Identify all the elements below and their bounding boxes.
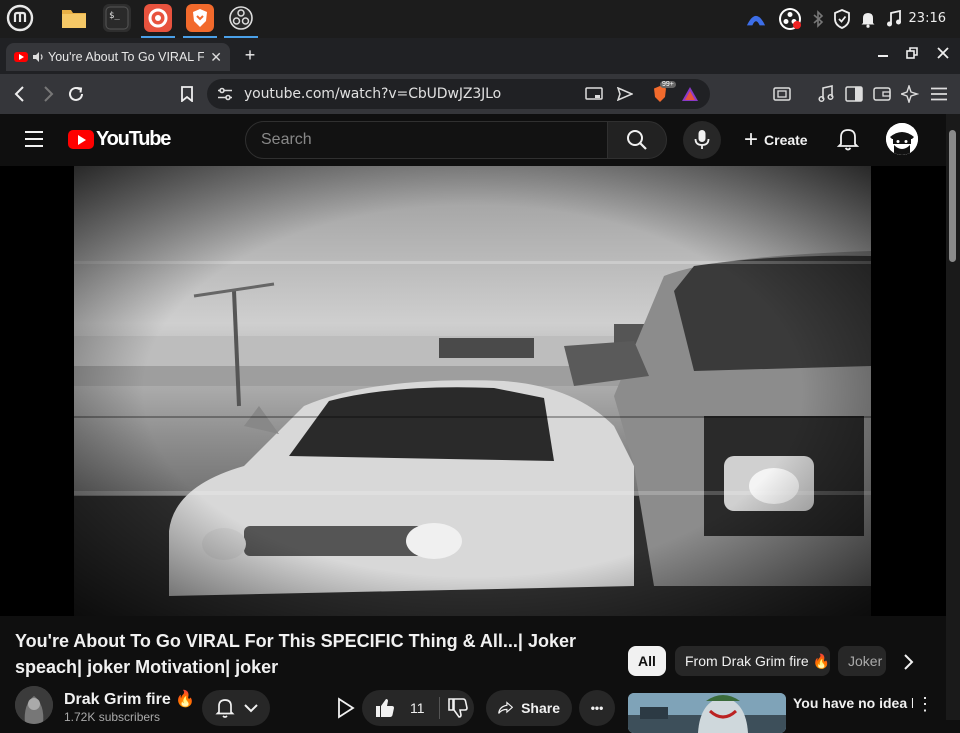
back-icon[interactable] xyxy=(8,82,32,106)
send-icon[interactable] xyxy=(613,82,637,106)
brave-rewards-icon[interactable] xyxy=(678,82,702,106)
share-icon xyxy=(498,701,514,714)
chevron-right-icon[interactable] xyxy=(896,650,920,674)
bluetooth-icon[interactable] xyxy=(808,9,828,29)
search-input[interactable] xyxy=(245,121,608,159)
vpn-icon[interactable] xyxy=(746,9,766,29)
video-title: You're About To Go VIRAL For This SPECIF… xyxy=(15,631,576,677)
leo-ai-icon[interactable] xyxy=(898,82,922,106)
media-icon[interactable] xyxy=(814,82,838,106)
chip-joker[interactable]: Joker xyxy=(838,646,886,676)
search-button[interactable] xyxy=(607,121,667,159)
shield-icon[interactable] xyxy=(832,9,852,29)
obs-tray-icon[interactable] xyxy=(778,7,802,31)
svg-text:$_: $_ xyxy=(109,11,120,21)
subscriber-count: 1.72K subscribers xyxy=(64,710,161,724)
create-label: Create xyxy=(764,132,808,148)
url-text[interactable]: youtube.com/watch?v=CbUDwJZ3JLo xyxy=(244,86,501,102)
browser-tab[interactable]: You're About To Go VIRAL For This SPECIF… xyxy=(6,43,230,71)
minimize-icon[interactable] xyxy=(872,46,894,63)
close-window-icon[interactable] xyxy=(932,46,954,63)
tab-title: You're About To Go VIRAL For This SPECIF… xyxy=(48,50,205,64)
brave-shields-icon[interactable]: 99+ xyxy=(648,81,676,106)
reload-icon[interactable] xyxy=(64,82,88,106)
chip-from-channel[interactable]: From Drak Grim fire 🔥 xyxy=(675,646,830,676)
voice-search-button[interactable] xyxy=(683,121,721,159)
youtube-logo-icon[interactable] xyxy=(68,130,94,149)
notifications-bell-icon[interactable] xyxy=(836,126,862,154)
chip-all[interactable]: All xyxy=(628,646,666,676)
thumbs-down-icon xyxy=(447,698,468,718)
terminal-icon[interactable]: $_ xyxy=(103,4,131,32)
channel-name[interactable]: Drak Grim fire 🔥 xyxy=(64,689,195,709)
shields-badge: 99+ xyxy=(660,81,676,88)
suggested-video-title[interactable]: You have no idea how powerful you xyxy=(793,694,913,712)
sidebar-icon[interactable] xyxy=(842,82,866,106)
youtube-wordmark[interactable]: YouTube xyxy=(96,128,171,151)
share-button[interactable]: Share xyxy=(486,690,572,726)
suggested-video-thumbnail[interactable] xyxy=(628,693,786,733)
firefox-icon[interactable] xyxy=(141,4,175,38)
hamburger-menu-icon[interactable] xyxy=(24,130,44,153)
notification-icon[interactable] xyxy=(858,9,878,29)
create-button[interactable]: + Create xyxy=(738,124,814,156)
like-count: 11 xyxy=(410,700,425,716)
new-tab-button[interactable]: + xyxy=(239,45,261,66)
channel-avatar[interactable] xyxy=(15,686,53,724)
share-label: Share xyxy=(521,700,560,716)
thumbs-up-icon xyxy=(376,699,394,717)
restore-icon[interactable] xyxy=(901,46,923,63)
obs-icon[interactable] xyxy=(224,4,258,38)
bookmark-icon[interactable] xyxy=(175,82,199,106)
video-frame xyxy=(74,166,871,616)
dislike-button[interactable] xyxy=(441,690,474,726)
bell-icon xyxy=(214,699,235,718)
subscription-bell-button[interactable] xyxy=(202,690,270,726)
cast-icon[interactable] xyxy=(582,82,606,106)
chevron-down-icon xyxy=(243,704,258,713)
clock[interactable]: 23:16 xyxy=(909,11,946,26)
menu-icon[interactable] xyxy=(927,82,951,106)
speaker-icon[interactable] xyxy=(32,51,44,63)
plus-icon: + xyxy=(744,126,759,153)
search-icon xyxy=(627,130,647,150)
folder-icon[interactable] xyxy=(60,4,88,32)
scrollbar-thumb[interactable] xyxy=(949,130,956,262)
wallet-icon[interactable] xyxy=(870,82,894,106)
youtube-favicon-icon xyxy=(14,52,28,62)
suggested-video-more-icon[interactable]: ⋮ xyxy=(916,694,934,715)
like-button[interactable]: 11 xyxy=(374,697,425,719)
brave-icon[interactable] xyxy=(183,4,217,38)
screenshot-icon[interactable] xyxy=(770,82,794,106)
video-player[interactable] xyxy=(0,166,946,616)
account-avatar[interactable] xyxy=(886,123,918,155)
close-tab-icon[interactable]: ✕ xyxy=(210,49,222,66)
divider xyxy=(438,697,440,719)
more-actions-button[interactable]: ••• xyxy=(579,690,615,726)
music-icon[interactable] xyxy=(884,9,904,29)
system-panel: $_ 23:16 xyxy=(0,0,960,38)
site-settings-icon[interactable] xyxy=(213,82,237,106)
microphone-icon xyxy=(694,130,710,149)
forward-icon[interactable] xyxy=(36,82,60,106)
mint-menu-icon[interactable] xyxy=(6,4,34,32)
